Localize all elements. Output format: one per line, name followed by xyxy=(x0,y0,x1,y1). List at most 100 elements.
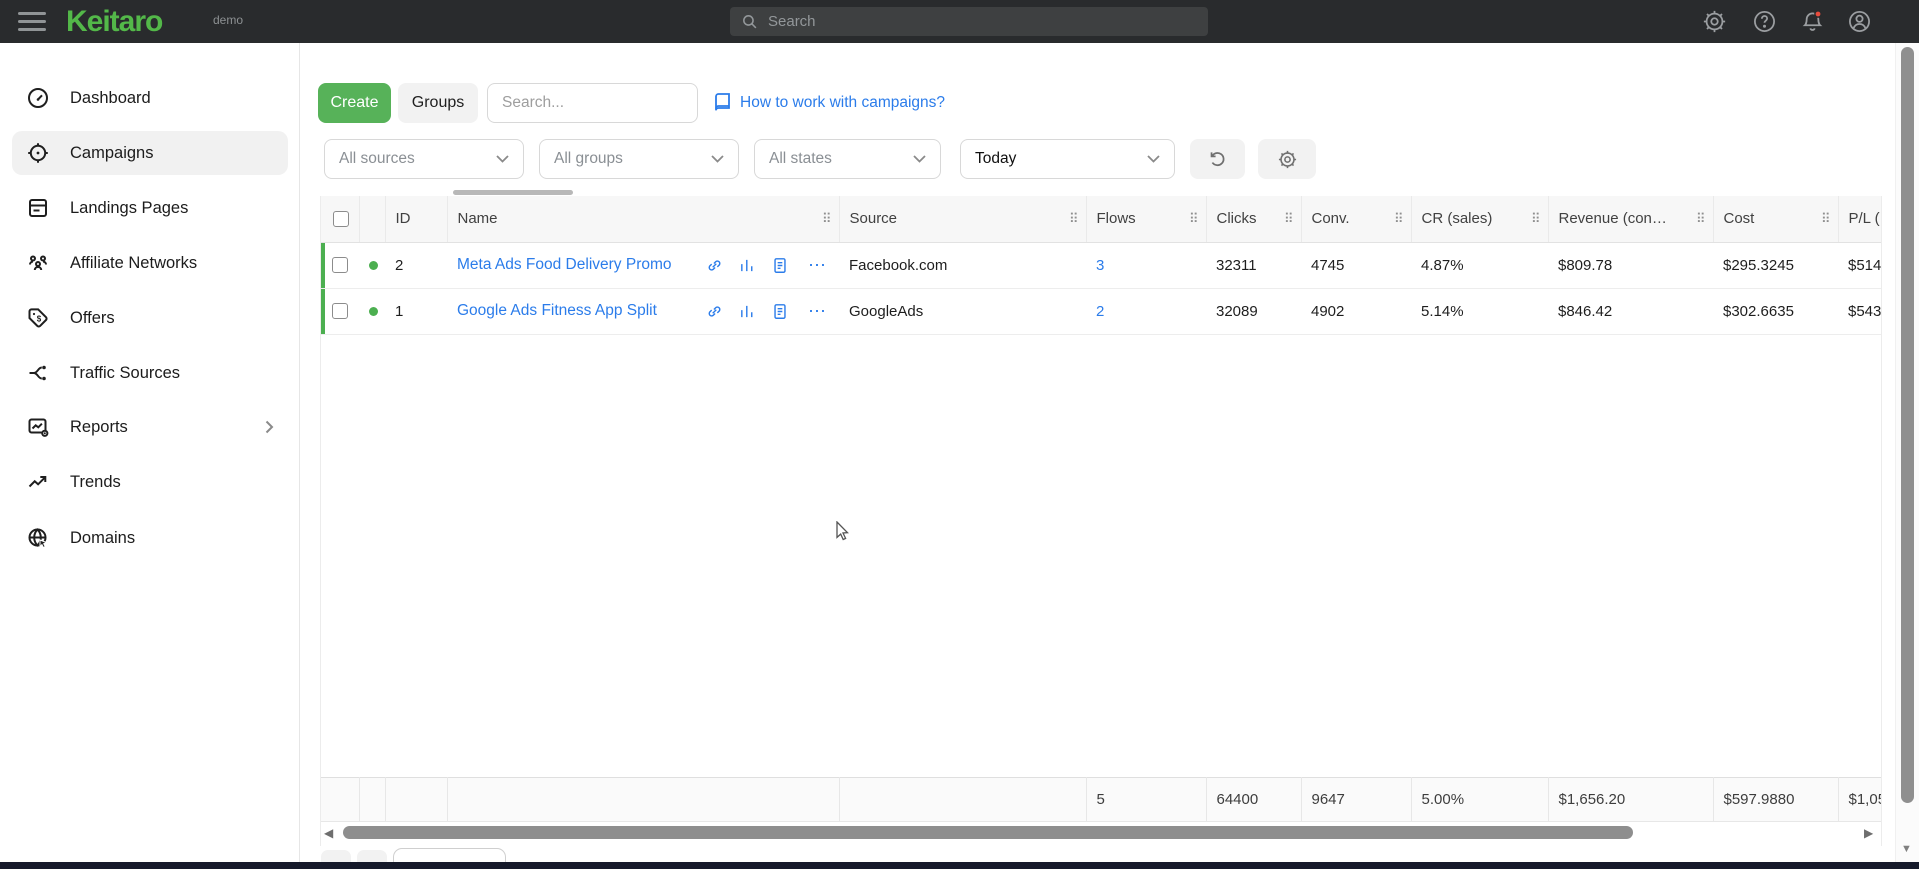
column-header-revenue[interactable]: Revenue (con…⠿ xyxy=(1548,196,1713,242)
scroll-left-arrow[interactable]: ◀ xyxy=(324,825,333,841)
drag-handle-icon[interactable]: ⠿ xyxy=(1069,211,1079,227)
sidebar-item-reports[interactable]: Reports xyxy=(12,405,288,449)
horizontal-scrollbar-thumb[interactable] xyxy=(343,826,1633,839)
create-campaign-button[interactable]: Create xyxy=(318,83,391,123)
column-header-pl[interactable]: P/L ( xyxy=(1838,196,1882,242)
scroll-down-arrow[interactable]: ▼ xyxy=(1901,843,1912,855)
flows-count-link[interactable]: 2 xyxy=(1096,303,1104,320)
table-empty-area xyxy=(321,335,1881,778)
row-more-menu-icon[interactable]: ⋯ xyxy=(808,255,827,276)
sidebar-item-affiliate-networks[interactable]: Affiliate Networks xyxy=(12,241,288,285)
campaign-notes-icon[interactable] xyxy=(772,303,788,320)
drag-handle-icon[interactable]: ⠿ xyxy=(1189,211,1199,227)
gear-icon xyxy=(1277,149,1298,170)
drag-handle-icon[interactable]: ⠿ xyxy=(822,211,832,227)
drag-handle-icon[interactable]: ⠿ xyxy=(1696,211,1706,227)
row-checkbox[interactable] xyxy=(332,303,348,319)
chevron-right-icon xyxy=(265,420,274,434)
column-header-clicks[interactable]: Clicks⠿ xyxy=(1206,196,1301,242)
top-bar: Keitaro demo xyxy=(0,0,1919,43)
groups-filter-select[interactable]: All groups xyxy=(539,139,739,179)
help-campaigns-link-text[interactable]: How to work with campaigns? xyxy=(740,94,945,112)
help-icon[interactable] xyxy=(1752,9,1777,34)
row-conv-cell: 4745 xyxy=(1301,242,1411,288)
totals-pl: $1,05 xyxy=(1838,778,1882,822)
campaign-stats-icon[interactable] xyxy=(739,257,756,274)
sidebar-item-trends[interactable]: Trends xyxy=(12,460,288,504)
sidebar-item-dashboard[interactable]: Dashboard xyxy=(12,76,288,120)
row-status-cell xyxy=(359,242,385,288)
chevron-down-icon xyxy=(711,155,724,163)
campaign-link-icon[interactable] xyxy=(706,257,723,274)
sidebar-item-landings-pages[interactable]: Landings Pages xyxy=(12,186,288,230)
table-settings-button[interactable] xyxy=(1258,139,1316,179)
table-row: 1 Google Ads Fitness App Split ⋯ GoogleA… xyxy=(321,288,1882,334)
sidebar-item-traffic-sources[interactable]: Traffic Sources xyxy=(12,351,288,395)
groups-filter-value: All groups xyxy=(554,150,623,168)
campaign-name-link[interactable]: Google Ads Fitness App Split xyxy=(457,302,657,320)
sources-filter-select[interactable]: All sources xyxy=(324,139,524,179)
help-campaigns-link[interactable]: How to work with campaigns? xyxy=(714,93,945,112)
drag-handle-icon[interactable]: ⠿ xyxy=(1284,211,1294,227)
row-checkbox[interactable] xyxy=(332,257,348,273)
groups-button[interactable]: Groups xyxy=(398,83,478,123)
campaigns-search-input[interactable] xyxy=(487,83,698,123)
states-filter-select[interactable]: All states xyxy=(754,139,941,179)
row-revenue-cell: $846.42 xyxy=(1548,288,1713,334)
book-icon xyxy=(714,93,731,112)
row-status-cell xyxy=(359,288,385,334)
drag-handle-icon[interactable]: ⠿ xyxy=(1394,211,1404,227)
campaign-link-icon[interactable] xyxy=(706,303,723,320)
select-all-checkbox[interactable] xyxy=(333,211,349,227)
campaigns-target-icon xyxy=(26,141,50,165)
landings-pages-icon xyxy=(26,196,50,220)
drag-handle-icon[interactable]: ⠿ xyxy=(1531,211,1541,227)
row-source-cell: GoogleAds xyxy=(839,288,1086,334)
campaign-name-link[interactable]: Meta Ads Food Delivery Promo xyxy=(457,256,672,274)
totals-conv: 9647 xyxy=(1301,778,1411,822)
campaign-notes-icon[interactable] xyxy=(772,257,788,274)
row-name-cell: Meta Ads Food Delivery Promo ⋯ xyxy=(447,242,839,288)
affiliate-networks-icon xyxy=(26,251,50,275)
column-header-id[interactable]: ID xyxy=(385,196,447,242)
column-header-cost[interactable]: Cost⠿ xyxy=(1713,196,1838,242)
sidebar-item-campaigns[interactable]: Campaigns xyxy=(12,131,288,175)
scroll-right-arrow[interactable]: ▶ xyxy=(1864,825,1873,841)
sidebar-item-domains[interactable]: Domains xyxy=(12,516,288,560)
refresh-button[interactable] xyxy=(1190,139,1245,179)
row-flows-cell: 2 xyxy=(1086,288,1206,334)
row-id-cell: 2 xyxy=(385,242,447,288)
totals-empty-cell xyxy=(385,778,447,822)
dashboard-gauge-icon xyxy=(26,86,50,110)
column-header-name[interactable]: Name⠿ xyxy=(447,196,839,242)
campaign-stats-icon[interactable] xyxy=(739,303,756,320)
column-header-conv[interactable]: Conv.⠿ xyxy=(1301,196,1411,242)
flows-count-link[interactable]: 3 xyxy=(1096,257,1104,274)
drag-handle-icon[interactable]: ⠿ xyxy=(1821,211,1831,227)
column-header-flows[interactable]: Flows⠿ xyxy=(1086,196,1206,242)
chevron-down-icon xyxy=(1147,155,1160,163)
notification-badge xyxy=(1815,11,1821,17)
column-scroll-indicator[interactable] xyxy=(453,190,573,195)
domains-globe-icon xyxy=(26,526,50,550)
menu-toggle-icon[interactable] xyxy=(18,12,46,31)
date-range-select[interactable]: Today xyxy=(960,139,1175,179)
totals-clicks: 64400 xyxy=(1206,778,1301,822)
row-source-cell: Facebook.com xyxy=(839,242,1086,288)
row-id-cell: 1 xyxy=(385,288,447,334)
settings-icon[interactable] xyxy=(1702,9,1727,34)
vertical-scrollbar-thumb[interactable] xyxy=(1901,47,1914,803)
bottom-edge-bar xyxy=(0,862,1919,869)
traffic-sources-icon xyxy=(26,361,50,385)
table-row: 2 Meta Ads Food Delivery Promo ⋯ Faceboo… xyxy=(321,242,1882,288)
row-more-menu-icon[interactable]: ⋯ xyxy=(808,301,827,322)
account-icon[interactable] xyxy=(1847,9,1872,34)
sidebar-item-offers[interactable]: $ Offers xyxy=(12,296,288,340)
global-search-input[interactable] xyxy=(768,7,1198,36)
sources-filter-value: All sources xyxy=(339,150,415,168)
notifications-icon[interactable] xyxy=(1800,9,1825,34)
column-header-source[interactable]: Source⠿ xyxy=(839,196,1086,242)
row-cost-cell: $295.3245 xyxy=(1713,242,1838,288)
totals-empty-cell xyxy=(359,778,385,822)
column-header-cr-sales[interactable]: CR (sales)⠿ xyxy=(1411,196,1548,242)
